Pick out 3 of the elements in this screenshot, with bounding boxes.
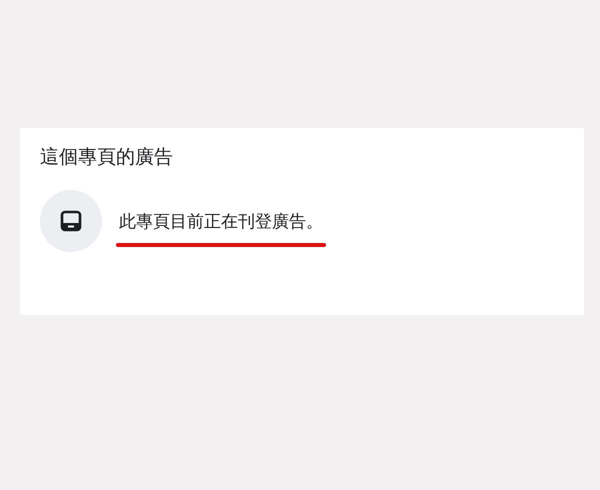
status-text: 此專頁目前正在刊登廣告。 (119, 210, 323, 232)
card-title: 這個專頁的廣告 (40, 145, 174, 170)
tablet-icon (60, 210, 82, 232)
